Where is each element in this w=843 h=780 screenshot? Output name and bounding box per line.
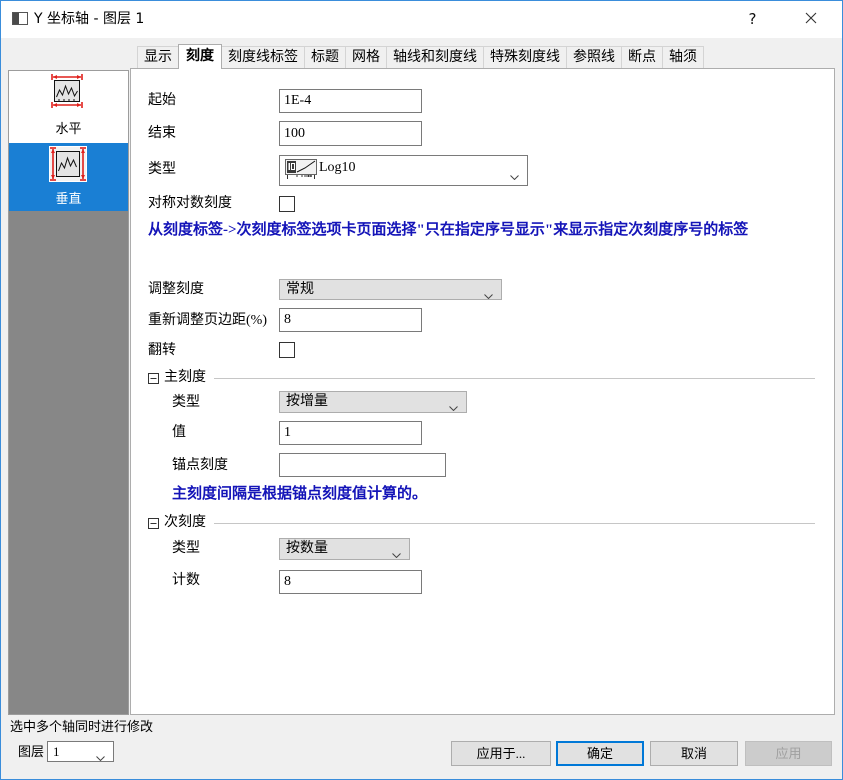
minor-type-label: 类型 <box>172 541 200 556</box>
major-value-input[interactable] <box>279 421 422 445</box>
layer-label: 图层 <box>18 744 45 759</box>
tab-strip: 显示 刻度 刻度线标签 标题 网格 轴线和刻度线 特殊刻度线 参照线 断点 轴须 <box>137 44 704 69</box>
tab-grids[interactable]: 网格 <box>345 46 387 68</box>
axis-selector-panel: 水平 垂直 <box>8 70 129 715</box>
to-label: 结束 <box>148 126 176 141</box>
minor-type-dropdown[interactable]: 按数量 <box>279 538 410 560</box>
chevron-down-icon <box>96 750 105 761</box>
rescale-dropdown[interactable]: 常规 <box>279 279 502 300</box>
sidebar-item-label: 水平 <box>55 121 82 136</box>
log10-scale-icon <box>285 159 317 180</box>
minor-ticks-section-title: 次刻度 <box>164 515 206 530</box>
rescale-margin-input[interactable] <box>279 308 422 332</box>
window-icon <box>12 12 28 25</box>
collapse-icon[interactable] <box>148 373 159 384</box>
major-ticks-hint: 主刻度间隔是根据锚点刻度值计算的。 <box>172 486 428 502</box>
rescale-margin-label: 重新调整页边距(%) <box>148 313 267 328</box>
sidebar-item-label: 垂直 <box>55 191 82 206</box>
tab-special-ticks[interactable]: 特殊刻度线 <box>483 46 567 68</box>
chevron-down-icon <box>392 547 401 559</box>
minor-count-label: 计数 <box>172 573 200 588</box>
close-button[interactable] <box>788 0 833 38</box>
vertical-axis-icon <box>49 146 87 182</box>
collapse-icon[interactable] <box>148 518 159 529</box>
ok-button[interactable]: 确定 <box>556 741 644 766</box>
tab-rug[interactable]: 轴须 <box>662 46 704 68</box>
tab-display[interactable]: 显示 <box>137 46 179 68</box>
symmetric-log-checkbox[interactable] <box>279 196 295 212</box>
title-bar: Y 坐标轴 - 图层 1 ? <box>0 0 843 38</box>
sidebar-item-vertical[interactable]: 垂直 <box>9 143 128 211</box>
minor-count-input[interactable] <box>279 570 422 594</box>
window-title: Y 坐标轴 - 图层 1 <box>34 11 145 27</box>
minor-type-value: 按数量 <box>286 541 328 556</box>
major-type-label: 类型 <box>172 395 200 410</box>
scale-type-value: Log10 <box>319 160 356 175</box>
anchor-tick-input[interactable] <box>279 453 446 477</box>
multi-axis-hint: 选中多个轴同时进行修改 <box>10 719 154 734</box>
apply-button[interactable]: 应用 <box>745 741 832 766</box>
major-value-label: 值 <box>172 425 186 440</box>
symmetric-log-label: 对称对数刻度 <box>148 196 232 211</box>
scale-type-dropdown[interactable]: Log10 <box>279 155 528 186</box>
rescale-value: 常规 <box>286 281 314 297</box>
chevron-down-icon <box>510 169 519 180</box>
major-type-value: 按增量 <box>286 394 328 409</box>
horizontal-axis-icon <box>51 74 83 108</box>
chevron-down-icon <box>449 400 458 412</box>
tab-tick-labels[interactable]: 刻度线标签 <box>221 46 305 68</box>
sidebar-item-horizontal[interactable]: 水平 <box>9 71 128 143</box>
section-divider <box>214 523 815 524</box>
from-label: 起始 <box>148 93 176 108</box>
help-button[interactable]: ? <box>730 0 775 38</box>
chevron-down-icon <box>484 288 493 299</box>
from-input[interactable] <box>279 89 422 113</box>
reverse-label: 翻转 <box>148 343 176 358</box>
layer-select[interactable]: 1 <box>47 741 114 762</box>
layer-value: 1 <box>53 743 60 759</box>
minor-tick-label-hint: 从刻度标签->次刻度标签选项卡页面选择"只在指定序号显示"来显示指定次刻度序号的… <box>148 222 749 238</box>
tab-scale[interactable]: 刻度 <box>178 44 222 69</box>
anchor-tick-label: 锚点刻度 <box>172 458 228 473</box>
scale-type-label: 类型 <box>148 162 176 177</box>
major-ticks-section-title: 主刻度 <box>164 370 206 385</box>
tab-title[interactable]: 标题 <box>304 46 346 68</box>
major-type-dropdown[interactable]: 按增量 <box>279 391 467 413</box>
reverse-checkbox[interactable] <box>279 342 295 358</box>
tab-breaks[interactable]: 断点 <box>621 46 663 68</box>
apply-to-button[interactable]: 应用于... <box>451 741 551 766</box>
close-icon <box>805 10 817 28</box>
to-input[interactable] <box>279 121 422 146</box>
tab-reference-lines[interactable]: 参照线 <box>566 46 622 68</box>
section-divider <box>214 378 815 379</box>
cancel-button[interactable]: 取消 <box>650 741 738 766</box>
tab-line-and-ticks[interactable]: 轴线和刻度线 <box>386 46 484 68</box>
rescale-label: 调整刻度 <box>148 282 204 297</box>
